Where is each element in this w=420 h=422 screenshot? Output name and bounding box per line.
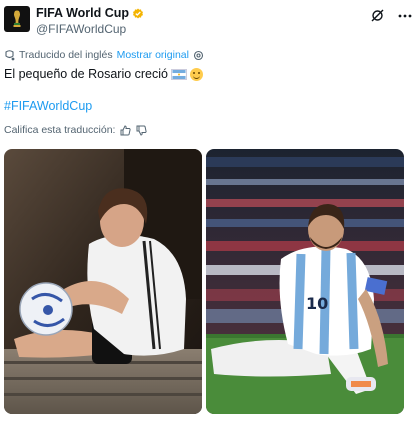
svg-text:10: 10 bbox=[306, 294, 328, 313]
show-original-link[interactable]: Mostrar original bbox=[117, 49, 189, 61]
gear-icon[interactable] bbox=[193, 50, 204, 61]
smiling-face-with-tear-emoji bbox=[190, 67, 203, 81]
author-name[interactable]: FIFA World Cup bbox=[36, 6, 129, 21]
post-actions bbox=[371, 9, 412, 22]
author-name-row[interactable]: FIFA World Cup bbox=[36, 6, 144, 21]
author-handle[interactable]: @FIFAWorldCup bbox=[36, 22, 144, 37]
tweet-text: El pequeño de Rosario creció bbox=[4, 66, 203, 82]
world-cup-trophy-icon bbox=[13, 10, 21, 27]
adult-messi-photo[interactable]: 10 bbox=[206, 149, 404, 414]
young-messi-photo[interactable] bbox=[4, 149, 202, 414]
media-grid: 10 bbox=[4, 149, 404, 414]
translation-label: Traducido del inglés bbox=[19, 49, 113, 61]
hashtag-link[interactable]: #FIFAWorldCup bbox=[4, 99, 92, 113]
tweet-post: FIFA World Cup @FIFAWorldCup Traducido d… bbox=[0, 0, 420, 422]
translate-icon bbox=[5, 49, 15, 60]
rating-prompt: Califica esta traducción: bbox=[4, 124, 116, 136]
tweet-body: El pequeño de Rosario creció bbox=[4, 67, 168, 81]
thumbs-down-icon[interactable] bbox=[136, 125, 148, 136]
verified-badge-icon bbox=[133, 8, 144, 18]
avatar[interactable] bbox=[4, 6, 30, 32]
translation-notice: Traducido del inglés Mostrar original bbox=[4, 49, 204, 61]
translation-rating: Califica esta traducción: bbox=[4, 124, 148, 136]
grok-icon[interactable] bbox=[371, 9, 384, 22]
thumbs-up-icon[interactable] bbox=[120, 124, 132, 136]
argentina-flag-emoji bbox=[171, 68, 187, 80]
more-icon[interactable] bbox=[398, 14, 412, 18]
author-info: FIFA World Cup @FIFAWorldCup bbox=[36, 6, 144, 37]
